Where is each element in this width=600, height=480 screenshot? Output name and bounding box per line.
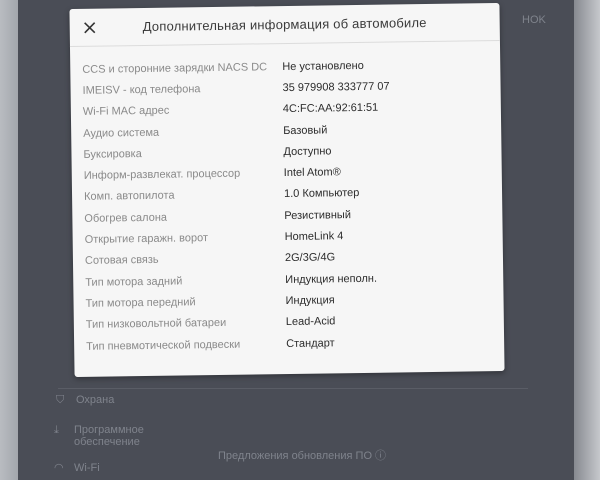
sidebar-item-label: Программное обеспечение [74, 424, 144, 448]
sidebar-item-security[interactable]: ⛉ Охрана [56, 394, 114, 406]
info-value: 4C:FC:AA:92:61:51 [282, 101, 379, 116]
info-label: Информ-развлекат. процессор [83, 167, 241, 182]
info-label: Wi-Fi MAC адрес [82, 104, 170, 119]
info-value: 1.0 Компьютер [283, 187, 360, 201]
dialog-title: Дополнительная информация об автомобиле [142, 15, 427, 34]
corner-label: HOK [522, 14, 546, 26]
vehicle-info-table: CCS и сторонние зарядки NACS DC Не устан… [70, 53, 504, 357]
vehicle-info-dialog: Дополнительная информация об автомобиле … [69, 3, 505, 377]
screen-bezel-right [570, 0, 600, 480]
info-value: Intel Atom® [283, 166, 341, 180]
info-label: Обогрев салона [84, 211, 168, 225]
info-label: Сотовая связь [84, 254, 159, 268]
info-label: Тип пневмотической подвески [86, 338, 241, 353]
info-value: Не установлено [282, 59, 364, 73]
info-value: HomeLink 4 [284, 230, 344, 244]
info-row: Тип пневмотической подвески Стандарт [74, 330, 504, 357]
info-label: Буксировка [83, 147, 142, 161]
info-value: Базовый [283, 123, 328, 137]
info-value: 35 979908 333777 07 [282, 80, 390, 94]
sidebar-item-wifi[interactable]: ◠ Wi-Fi [54, 462, 100, 474]
download-icon: ⤓ [54, 424, 59, 436]
info-label: IMEISV - код телефона [82, 83, 201, 97]
wifi-icon: ◠ [54, 462, 64, 474]
info-label: Комп. автопилота [83, 189, 175, 204]
sidebar-item-software[interactable]: ⤓ Программное обеспечение [54, 424, 174, 448]
background-divider [58, 388, 528, 389]
info-value: Стандарт [286, 336, 335, 350]
info-label: Открытие гаражн. ворот [84, 232, 209, 246]
shield-icon: ⛉ [56, 394, 65, 406]
info-value: Доступно [283, 145, 332, 158]
info-value: Индукция [285, 294, 335, 307]
info-label: Тип низковольтной батареи [85, 317, 227, 332]
info-label: Аудио система [83, 126, 160, 140]
info-value: 2G/3G/4G [284, 251, 336, 265]
dialog-header: Дополнительная информация об автомобиле [69, 3, 500, 48]
sidebar-item-label: Охрана [76, 394, 115, 406]
software-update-notice[interactable]: Предложения обновления ПО ⓘ [218, 447, 386, 463]
info-label: CCS и сторонние зарядки NACS DC [82, 60, 268, 76]
info-value: Индукция неполн. [285, 272, 378, 286]
info-label: Тип мотора задний [85, 275, 183, 289]
info-value: Резистивный [284, 208, 352, 222]
info-value: Lead-Acid [285, 315, 336, 329]
sidebar-item-label: Wi-Fi [74, 462, 100, 474]
info-label: Тип мотора передний [85, 296, 196, 310]
